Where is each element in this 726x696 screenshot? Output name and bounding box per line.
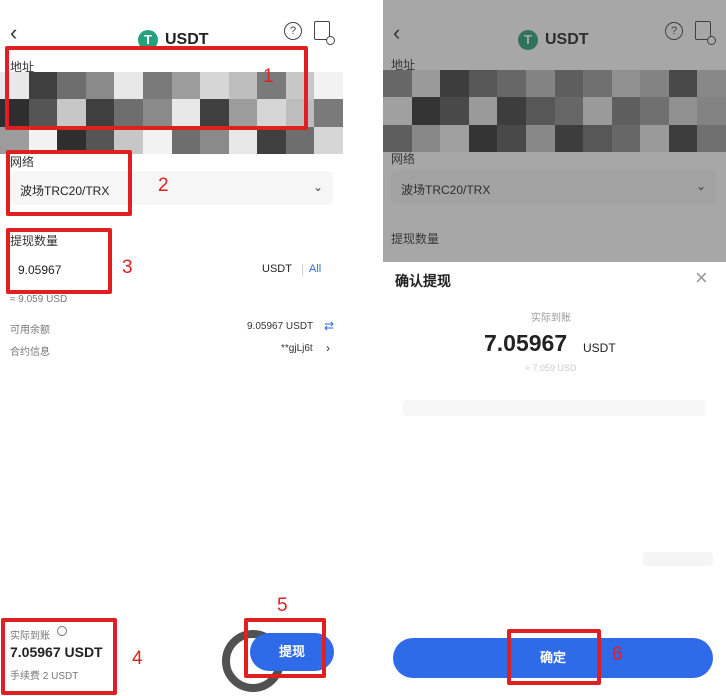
mosaic-tile	[142, 126, 172, 154]
panel-gap	[343, 0, 383, 696]
mosaic-tile	[171, 126, 201, 154]
contract-info-value: **gjLj6t	[281, 343, 313, 354]
chevron-down-icon: ⌄	[312, 180, 323, 194]
available-balance-label: 可用余额	[10, 325, 50, 336]
contract-info-label: 合约信息	[10, 347, 50, 358]
dialog-title: 确认提现	[395, 273, 451, 289]
detail-row-blurred	[403, 400, 706, 416]
divider: |	[301, 262, 305, 276]
annotation-box-network	[6, 150, 132, 216]
step-number-1: 1	[263, 66, 274, 87]
mosaic-tile	[228, 126, 258, 154]
modal-overlay[interactable]	[383, 0, 726, 262]
received-unit: USDT	[583, 341, 616, 355]
mosaic-tile	[314, 126, 343, 154]
step-number-2: 2	[158, 175, 169, 196]
received-amount: 7.05967	[484, 330, 568, 356]
amount-unit: USDT	[262, 263, 292, 275]
detail-row-blurred	[643, 552, 713, 566]
received-fiat: ≈ 7.059 USD	[525, 363, 577, 373]
fiat-approx: ≈ 9.059 USD	[10, 294, 68, 305]
swap-icon[interactable]: ⇄	[324, 319, 334, 333]
close-icon[interactable]: ×	[695, 265, 708, 291]
step-number-3: 3	[122, 257, 133, 278]
mosaic-tile	[200, 126, 229, 154]
annotation-box-confirm	[507, 629, 601, 685]
annotation-box-withdraw	[244, 618, 326, 678]
mosaic-tile	[257, 126, 286, 154]
confirm-dialog: 确认提现 × 实际到账 7.05967 USDT ≈ 7.059 USD 确定 …	[383, 262, 726, 696]
received-label: 实际到账	[531, 313, 571, 324]
mosaic-tile	[314, 99, 343, 127]
step-number-4: 4	[132, 648, 143, 669]
help-icon[interactable]: ?	[284, 22, 302, 40]
withdraw-form-screen: ‹ T USDT ? 地址 网络 波场TRC20/TRX ⌄ 提现数量 9.05…	[0, 0, 343, 696]
chevron-right-icon[interactable]: ›	[326, 341, 330, 355]
annotation-box-received	[1, 618, 117, 695]
mosaic-tile	[285, 126, 315, 154]
available-balance-value: 9.05967 USDT	[247, 321, 314, 332]
confirm-withdraw-screen: ‹ T USDT ? 地址 网络 波场TRC20/TRX ⌄ 提现数量 确认提现…	[383, 0, 726, 696]
annotation-box-amount	[6, 228, 112, 294]
mosaic-tile	[314, 72, 343, 100]
back-icon[interactable]: ‹	[10, 22, 17, 44]
annotation-box-address	[5, 46, 308, 130]
step-number-5: 5	[277, 595, 288, 616]
step-number-6: 6	[612, 644, 623, 665]
all-button[interactable]: All	[309, 263, 321, 275]
records-icon[interactable]	[314, 21, 335, 45]
